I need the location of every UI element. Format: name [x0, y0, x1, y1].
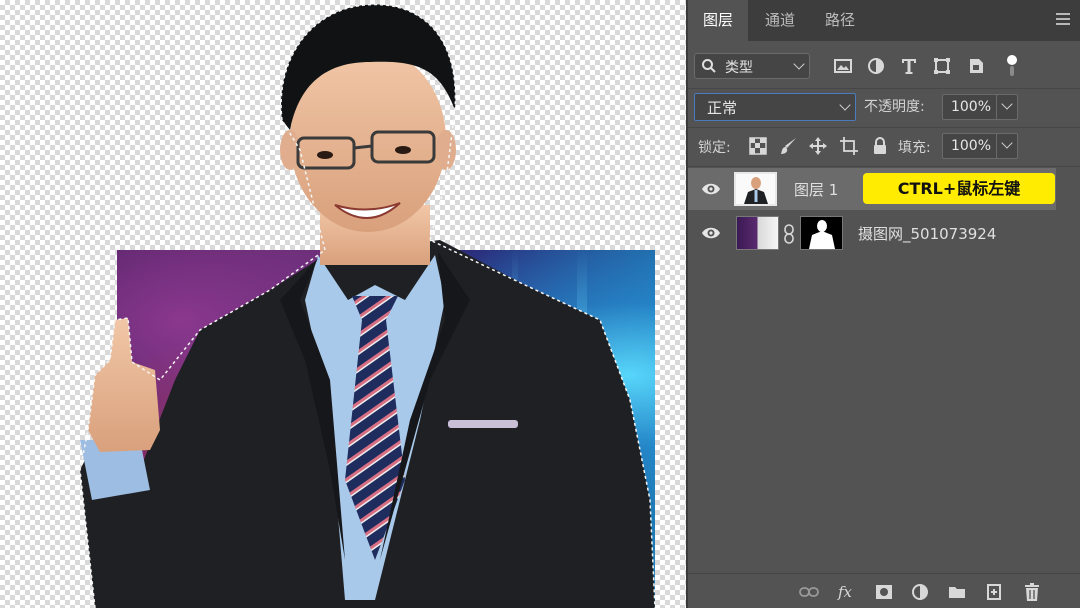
opacity-dropdown-button[interactable] — [996, 94, 1018, 120]
person-cutout — [79, 3, 656, 608]
add-mask-icon[interactable] — [874, 582, 894, 602]
lock-transparent-pixels-icon[interactable] — [748, 136, 768, 156]
fill-dropdown-button[interactable] — [996, 133, 1018, 159]
shortcut-annotation-label: CTRL+鼠标左键 — [863, 173, 1055, 204]
layer-mask-thumbnail[interactable] — [800, 216, 843, 250]
filter-toggle-icon[interactable] — [1004, 53, 1020, 79]
panel-menu-icon[interactable] — [1056, 13, 1070, 25]
layer-thumbnail[interactable] — [736, 216, 779, 250]
shape-layer-filter-icon[interactable] — [932, 56, 952, 76]
lock-label: 锁定: — [698, 140, 731, 156]
document-canvas[interactable] — [0, 0, 686, 608]
delete-layer-trash-icon[interactable] — [1022, 582, 1042, 602]
opacity-label: 不透明度: — [864, 99, 925, 115]
chevron-down-icon — [1001, 137, 1013, 149]
link-chain-icon[interactable] — [783, 224, 795, 244]
layer-filter-select[interactable]: 类型 — [694, 53, 810, 79]
svg-text:fx: fx — [837, 583, 853, 601]
type-layer-filter-icon[interactable] — [899, 56, 919, 76]
pixel-layer-filter-icon[interactable] — [833, 56, 853, 76]
tab-layers[interactable]: 图层 — [688, 0, 748, 41]
fx-layer-style-icon[interactable]: fx — [837, 582, 857, 602]
layer-row-photo[interactable]: 摄图网_501073924 — [688, 212, 1056, 254]
layer-thumbnail[interactable] — [734, 172, 777, 206]
blend-mode-value: 正常 — [707, 99, 738, 117]
tab-channels[interactable]: 通道 — [750, 0, 810, 41]
smart-object-filter-icon[interactable] — [966, 56, 986, 76]
lock-artboard-icon[interactable] — [839, 136, 859, 156]
chevron-down-icon — [793, 58, 805, 70]
layers-panel-footer: fx — [688, 573, 1080, 608]
new-group-folder-icon[interactable] — [947, 582, 967, 602]
visibility-eye-icon[interactable] — [701, 181, 721, 197]
layers-panel: 图层 通道 路径 类型 正常 不透明度: 100% 锁定: 填充: 100% 图… — [686, 0, 1080, 608]
fill-label: 填充: — [898, 140, 931, 156]
link-layers-icon[interactable] — [799, 582, 819, 602]
adjustment-layer-filter-icon[interactable] — [866, 56, 886, 76]
blend-mode-select[interactable]: 正常 — [694, 93, 856, 121]
layer-name[interactable]: 图层 1 — [794, 179, 838, 200]
chevron-down-icon — [1001, 98, 1013, 110]
fill-input[interactable]: 100% — [942, 133, 1000, 159]
lock-image-pixels-icon[interactable] — [779, 136, 799, 156]
lock-all-icon[interactable] — [870, 136, 890, 156]
new-layer-icon[interactable] — [984, 582, 1004, 602]
lock-position-icon[interactable] — [808, 136, 828, 156]
new-adjustment-layer-icon[interactable] — [910, 582, 930, 602]
search-icon — [702, 59, 716, 73]
opacity-input[interactable]: 100% — [942, 94, 1000, 120]
layer-name[interactable]: 摄图网_501073924 — [858, 223, 996, 244]
chevron-down-icon — [839, 99, 851, 111]
panel-tabbar: 图层 通道 路径 — [688, 0, 1080, 41]
visibility-eye-icon[interactable] — [701, 225, 721, 241]
filter-label: 类型 — [725, 60, 753, 76]
tab-paths[interactable]: 路径 — [810, 0, 870, 41]
